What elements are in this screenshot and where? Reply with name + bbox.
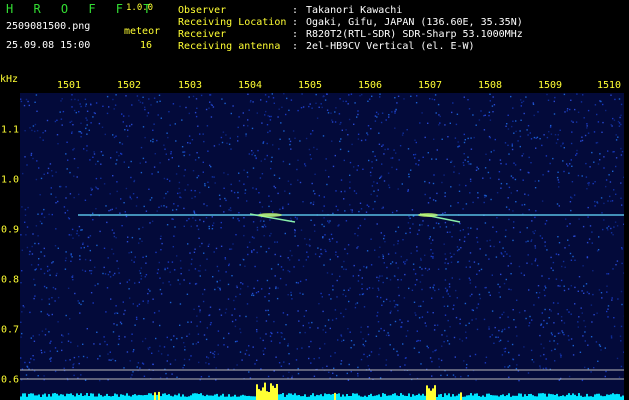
x-tick-label: 1502 (116, 80, 142, 91)
x-tick-label: 1501 (56, 80, 82, 91)
meteor-echo-head (418, 213, 438, 217)
receiver-label: Receiver (178, 29, 227, 40)
y-tick-label: 0.9 (1, 224, 20, 236)
antenna-label: Receiving antenna (178, 41, 281, 52)
receiver-colon: : (292, 29, 299, 40)
antenna-value: 2el-HB9CV Vertical (el. E-W) (306, 41, 475, 52)
x-tick-label: 1509 (537, 80, 563, 91)
observer-colon: : (292, 5, 299, 16)
x-tick-label: 1508 (477, 80, 503, 91)
y-tick-label: 1.1 (1, 124, 20, 136)
spectrogram-plot (20, 93, 624, 400)
x-tick-label: 1503 (177, 80, 203, 91)
y-tick-label: 0.8 (1, 274, 20, 286)
x-tick-label: 1506 (357, 80, 383, 91)
x-tick-label: 1510 (596, 80, 622, 91)
observer-value: Takanori Kawachi (306, 5, 403, 16)
brand-version: 1.0.0 (126, 3, 154, 13)
image-filename: 2509081500.png (6, 21, 91, 32)
meteor-count-value: 16 (140, 40, 153, 51)
y-tick-label: 0.6 (1, 374, 20, 386)
meteor-echo-head (258, 213, 282, 217)
observer-label: Observer (178, 5, 227, 16)
x-tick-label: 1505 (297, 80, 323, 91)
spectrogram-canvas (20, 93, 624, 400)
meteor-count-label: meteor (124, 26, 161, 37)
x-tick-label: 1507 (417, 80, 443, 91)
antenna-colon: : (292, 41, 299, 52)
location-value: Ogaki, Gifu, JAPAN (136.60E, 35.35N) (306, 17, 523, 28)
activity-histogram (20, 382, 624, 400)
location-label: Receiving Location (178, 17, 287, 28)
location-colon: : (292, 17, 299, 28)
receiver-value: R820T2(RTL-SDR) SDR-Sharp 53.1000MHz (306, 29, 523, 40)
y-tick-label: 1.0 (1, 174, 20, 186)
capture-timestamp: 25.09.08 15:00 (6, 40, 91, 51)
noise-speckles (20, 93, 624, 382)
x-tick-label: 1504 (237, 80, 263, 91)
y-tick-label: 0.7 (1, 324, 20, 336)
y-axis-unit: kHz (0, 74, 19, 85)
